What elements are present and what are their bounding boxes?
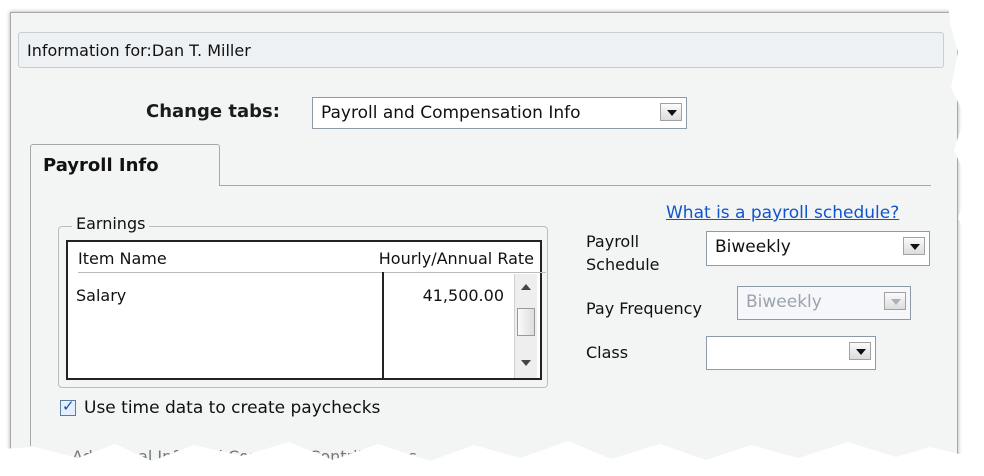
cut-off-section-label: Additional Info and Company Contribution… xyxy=(72,447,417,466)
earnings-title: Earnings xyxy=(72,214,150,233)
class-select[interactable] xyxy=(706,336,876,370)
payroll-schedule-help-link[interactable]: What is a payroll schedule? xyxy=(666,203,899,223)
pay-frequency-value: Biweekly xyxy=(746,292,822,312)
chevron-down-icon[interactable] xyxy=(849,342,871,360)
chevron-down-icon[interactable] xyxy=(660,103,682,121)
chevron-down-icon xyxy=(884,292,906,310)
earnings-table[interactable]: Item Name Hourly/Annual Rate Salary 41,5… xyxy=(66,240,546,380)
payroll-schedule-value: Biweekly xyxy=(715,237,791,257)
row-rate[interactable]: 41,500.00 xyxy=(384,284,504,308)
column-rate: Hourly/Annual Rate xyxy=(314,246,546,273)
change-tabs-value: Payroll and Compensation Info xyxy=(321,103,581,123)
scroll-thumb[interactable] xyxy=(517,308,535,336)
chevron-down-icon[interactable] xyxy=(903,237,925,255)
tab-payroll-info-label: Payroll Info xyxy=(43,155,159,176)
scroll-up-icon[interactable] xyxy=(521,284,531,290)
use-time-label: Use time data to create paychecks xyxy=(84,398,381,418)
payroll-schedule-select[interactable]: Biweekly xyxy=(706,231,930,266)
class-label: Class xyxy=(586,343,629,362)
pay-frequency-select: Biweekly xyxy=(737,286,911,320)
information-label: Information for:Dan T. Miller xyxy=(27,41,251,60)
pay-frequency-label: Pay Frequency xyxy=(586,299,702,318)
change-tabs-select[interactable]: Payroll and Compensation Info xyxy=(312,97,687,129)
use-time-checkbox[interactable] xyxy=(60,397,76,416)
row-item-name[interactable]: Salary xyxy=(76,284,126,308)
column-divider xyxy=(382,272,384,380)
tab-payroll-info[interactable]: Payroll Info xyxy=(30,144,220,186)
information-header: Information for:Dan T. Miller xyxy=(18,32,944,68)
payroll-schedule-label-line1: Payroll xyxy=(586,232,640,251)
change-tabs-label: Change tabs: xyxy=(146,101,280,122)
scroll-down-icon[interactable] xyxy=(521,360,531,366)
earnings-scrollbar[interactable] xyxy=(514,274,537,378)
payroll-schedule-label-line2: Schedule xyxy=(586,255,660,274)
